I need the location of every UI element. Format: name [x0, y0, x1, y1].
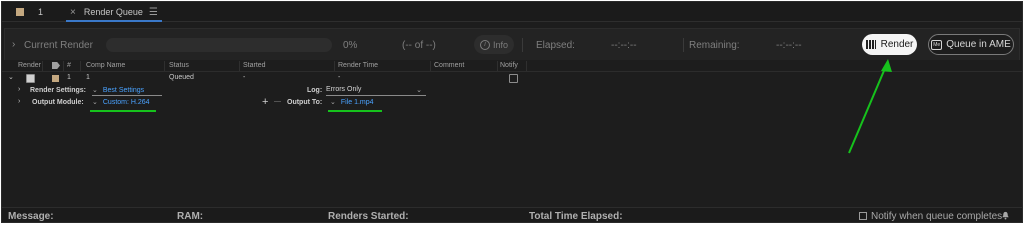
column-comp-name[interactable]: Comp Name: [86, 62, 125, 69]
render-progress-bar: [106, 38, 332, 52]
log-value: Errors Only: [326, 86, 362, 93]
render-settings-label: Render Settings:: [30, 87, 87, 94]
render-checkbox[interactable]: [26, 74, 35, 83]
render-icon: [865, 40, 876, 49]
log-label: Log:: [307, 87, 323, 94]
render-settings-dropdown[interactable]: ⌄ Best Settings: [92, 86, 162, 96]
info-button[interactable]: i Info: [474, 35, 514, 54]
ram-label: RAM:: [177, 211, 204, 222]
chevron-down-icon: ⌄: [416, 87, 422, 94]
column-started[interactable]: Started: [243, 62, 266, 69]
remaining-value: --:--:--: [776, 40, 802, 51]
tab-render-queue[interactable]: × Render Queue ☰: [70, 4, 158, 20]
remove-output-module-button[interactable]: —: [274, 98, 281, 105]
render-count: (-- of --): [402, 40, 436, 51]
add-output-module-button[interactable]: +: [262, 96, 268, 108]
elapsed-label: Elapsed:: [536, 40, 575, 51]
tab-comp-1-label: 1: [38, 7, 44, 17]
column-status[interactable]: Status: [169, 62, 189, 69]
label-color-swatch[interactable]: [52, 75, 59, 82]
chevron-down-icon: ⌄: [92, 87, 98, 94]
column-render-time[interactable]: Render Time: [338, 62, 378, 69]
output-to-value[interactable]: File 1.mp4: [341, 99, 374, 106]
render-time: -: [338, 74, 341, 81]
output-to-dropdown[interactable]: ⌄ File 1.mp4: [330, 98, 390, 108]
active-tab-indicator: [66, 20, 162, 22]
tab-render-queue-label: Render Queue: [83, 7, 143, 17]
tab-bar: 1 × Render Queue ☰: [2, 2, 1022, 22]
column-notify[interactable]: Notify: [500, 62, 518, 69]
render-percent: 0%: [343, 40, 358, 51]
render-button[interactable]: Render: [862, 34, 917, 55]
column-number[interactable]: #: [67, 62, 71, 69]
expand-chevron-icon[interactable]: ⌄: [8, 73, 14, 81]
comp-name: 1: [86, 74, 90, 81]
green-underline: [328, 110, 382, 112]
info-icon: i: [479, 39, 490, 50]
chevron-down-icon: ⌄: [330, 99, 336, 106]
notify-when-complete-checkbox[interactable]: [859, 212, 867, 220]
total-time-elapsed-label: Total Time Elapsed:: [529, 211, 623, 222]
panel-menu-icon[interactable]: ☰: [149, 7, 158, 18]
media-encoder-icon: Me: [931, 39, 943, 50]
close-icon[interactable]: ×: [70, 7, 76, 18]
queue-header: Render # Comp Name Status Started Render…: [2, 60, 1022, 72]
output-module-dropdown[interactable]: ⌄ Custom: H.264: [92, 98, 156, 108]
label-tag-icon[interactable]: [52, 62, 60, 69]
green-underline: [90, 110, 156, 112]
elapsed-value: --:--:--: [611, 40, 637, 51]
output-module-value[interactable]: Custom: H.264: [103, 99, 150, 106]
divider: [683, 38, 684, 52]
chevron-right-icon[interactable]: ›: [18, 86, 20, 93]
notify-checkbox[interactable]: [509, 74, 518, 83]
status-footer: Message: RAM: Renders Started: Total Tim…: [2, 208, 1022, 222]
log-dropdown[interactable]: Errors Only ⌄: [326, 86, 426, 96]
render-queue-panel: 1 × Render Queue ☰ › Current Render 0% (…: [1, 1, 1023, 223]
started-time: -: [243, 74, 246, 81]
chevron-right-icon[interactable]: ›: [18, 98, 20, 105]
queue-number: 1: [67, 74, 71, 81]
renders-started-label: Renders Started:: [328, 211, 409, 222]
tab-comp-1[interactable]: 1: [16, 4, 43, 20]
comp-color-swatch: [16, 8, 24, 16]
render-status: Queued: [169, 74, 194, 81]
render-settings-value[interactable]: Best Settings: [103, 87, 144, 94]
column-render[interactable]: Render: [18, 62, 41, 69]
message-label: Message:: [8, 211, 54, 222]
chevron-right-icon[interactable]: ›: [12, 39, 15, 50]
chevron-down-icon: ⌄: [92, 99, 98, 106]
column-comment[interactable]: Comment: [434, 62, 464, 69]
notify-when-complete-label[interactable]: Notify when queue completes: [871, 211, 1002, 222]
bell-icon: [1002, 211, 1009, 220]
output-to-label: Output To:: [287, 99, 323, 106]
queue-in-ame-button[interactable]: Me Queue in AME: [928, 34, 1014, 55]
remaining-label: Remaining:: [689, 40, 740, 51]
current-render-label: Current Render: [24, 40, 93, 51]
queue-item-row[interactable]: ⌄ 1 1 Queued - -: [2, 73, 1022, 84]
output-module-label: Output Module:: [32, 99, 84, 106]
divider: [522, 38, 523, 52]
